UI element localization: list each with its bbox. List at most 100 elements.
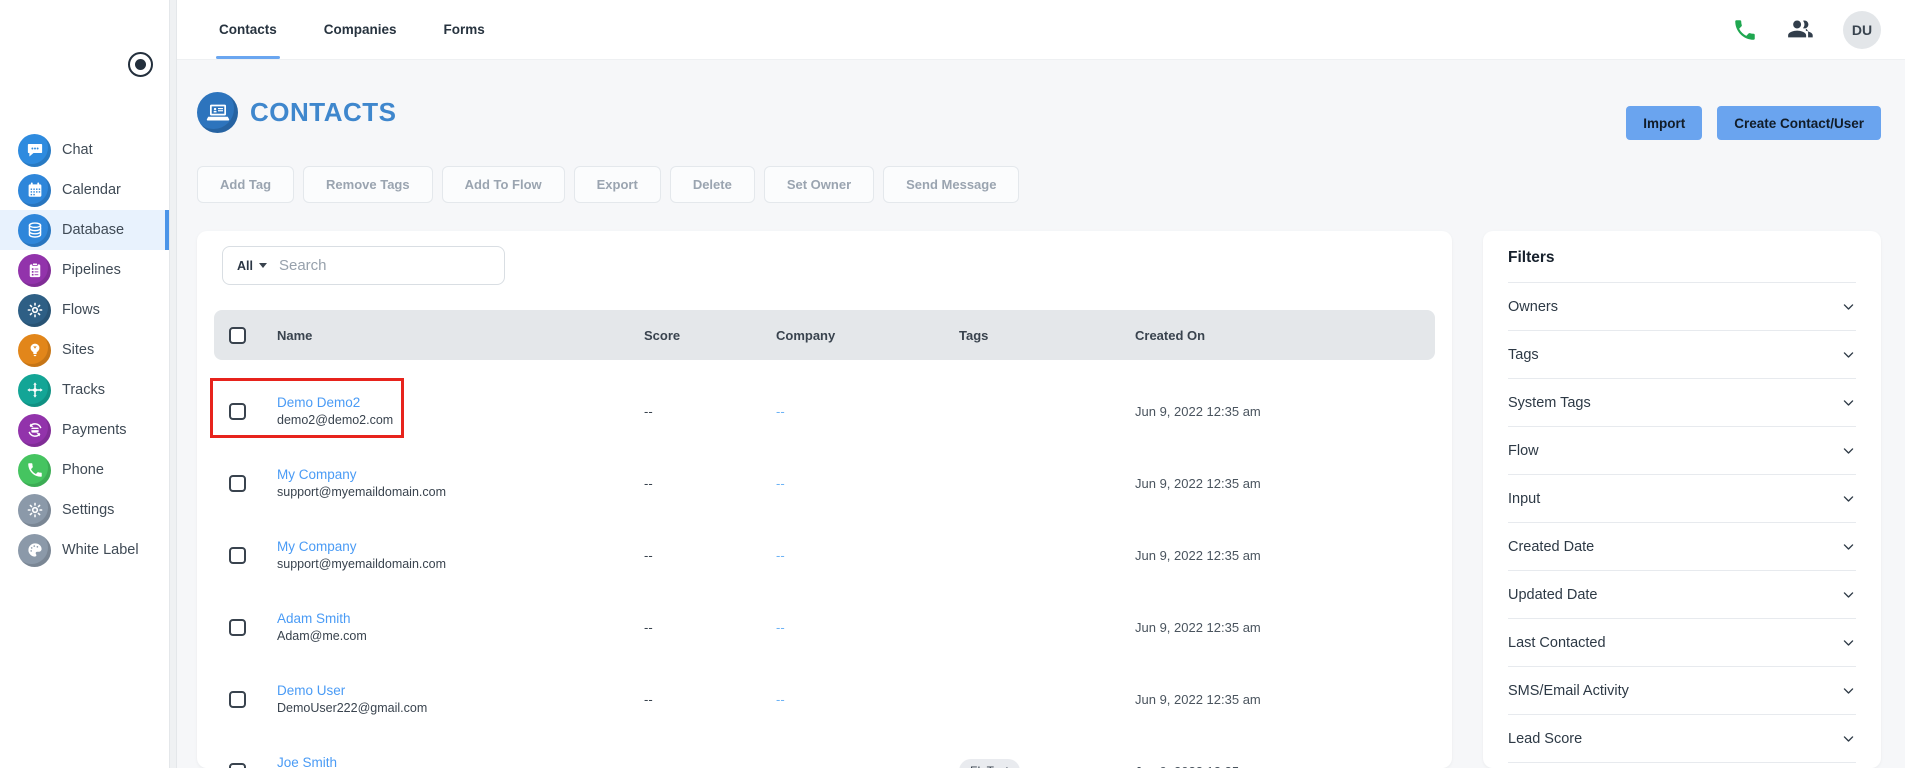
row-checkbox-cell <box>214 691 262 708</box>
contact-name-link[interactable]: Demo User <box>277 683 629 698</box>
column-header-name[interactable]: Name <box>262 328 629 343</box>
sidebar-item-tracks[interactable]: Tracks <box>0 370 169 410</box>
pipelines-icon <box>18 254 51 287</box>
sidebar-item-phone[interactable]: Phone <box>0 450 169 490</box>
name-cell: My Company support@myemaildomain.com <box>262 467 629 499</box>
sidebar-item-calendar[interactable]: Calendar <box>0 170 169 210</box>
sidebar-item-payments[interactable]: Payments <box>0 410 169 450</box>
tracks-icon <box>18 374 51 407</box>
contact-name-link[interactable]: Adam Smith <box>277 611 629 626</box>
search-scope-dropdown[interactable]: All <box>237 259 267 273</box>
flows-icon <box>18 294 51 327</box>
table-body: Demo Demo2 demo2@demo2.com -- -- Jun 9, … <box>214 375 1435 768</box>
company-cell[interactable]: -- <box>761 764 944 768</box>
filter-item-input[interactable]: Input <box>1508 475 1856 523</box>
phone-call-icon[interactable] <box>1732 17 1758 43</box>
sidebar-item-chat[interactable]: Chat <box>0 130 169 170</box>
row-checkbox[interactable] <box>229 403 246 420</box>
user-avatar[interactable]: DU <box>1843 11 1881 49</box>
created-on-cell: Jun 9, 2022 12:35 am <box>1120 404 1435 419</box>
database-icon <box>18 214 51 247</box>
score-cell: -- <box>629 620 761 635</box>
row-checkbox[interactable] <box>229 547 246 564</box>
remove-tags-button[interactable]: Remove Tags <box>303 166 433 203</box>
add-to-flow-button[interactable]: Add To Flow <box>442 166 565 203</box>
filter-item-tags[interactable]: Tags <box>1508 331 1856 379</box>
column-header-score[interactable]: Score <box>629 328 761 343</box>
sidebar-scrollbar-track[interactable] <box>169 0 177 768</box>
contact-name-link[interactable]: My Company <box>277 467 629 482</box>
page-content: CONTACTS Import Create Contact/User Add … <box>177 60 1905 768</box>
sidebar-collapse-toggle-icon[interactable] <box>128 52 153 77</box>
white-label-icon <box>18 534 51 567</box>
tab-forms[interactable]: Forms <box>444 0 485 59</box>
sidebar-item-label: Tracks <box>62 382 105 398</box>
send-message-button[interactable]: Send Message <box>883 166 1019 203</box>
table-row: Joe Smith Joe@Smith.com -- -- FL Test Ju… <box>214 735 1435 768</box>
sidebar-item-label: Settings <box>62 502 114 518</box>
sidebar-item-sites[interactable]: Sites <box>0 330 169 370</box>
company-cell[interactable]: -- <box>761 620 944 635</box>
filter-item-lead-score[interactable]: Lead Score <box>1508 715 1856 763</box>
company-cell[interactable]: -- <box>761 404 944 419</box>
tab-contacts[interactable]: Contacts <box>219 0 277 59</box>
sidebar-item-settings[interactable]: Settings <box>0 490 169 530</box>
sidebar-nav: Chat Calendar Database Pipelines Flows S… <box>0 130 169 570</box>
contact-name-link[interactable]: Demo Demo2 <box>277 395 629 410</box>
company-cell[interactable]: -- <box>761 548 944 563</box>
filters-title: Filters <box>1508 249 1856 283</box>
sidebar-item-flows[interactable]: Flows <box>0 290 169 330</box>
import-button[interactable]: Import <box>1626 106 1702 140</box>
sidebar-item-label: Pipelines <box>62 262 121 278</box>
users-icon[interactable] <box>1787 16 1814 43</box>
delete-button[interactable]: Delete <box>670 166 755 203</box>
contact-name-link[interactable]: Joe Smith <box>277 755 629 768</box>
filter-item-owners[interactable]: Owners <box>1508 283 1856 331</box>
create-contact-user-button[interactable]: Create Contact/User <box>1717 106 1881 140</box>
score-cell: -- <box>629 404 761 419</box>
sites-icon <box>18 334 51 367</box>
filters-panel: Filters Owners Tags System Tags Flow Inp… <box>1483 231 1881 768</box>
contact-name-link[interactable]: My Company <box>277 539 629 554</box>
tab-companies[interactable]: Companies <box>324 0 397 59</box>
filter-item-created-date[interactable]: Created Date <box>1508 523 1856 571</box>
column-header-created-on[interactable]: Created On <box>1120 328 1435 343</box>
sidebar-item-database[interactable]: Database <box>0 210 169 250</box>
table-row: Demo User DemoUser222@gmail.com -- -- Ju… <box>214 663 1435 735</box>
chevron-down-icon <box>259 263 267 268</box>
filter-item-flow[interactable]: Flow <box>1508 427 1856 475</box>
chevron-down-icon <box>1841 731 1856 746</box>
column-header-tags[interactable]: Tags <box>944 328 1120 343</box>
row-checkbox[interactable] <box>229 475 246 492</box>
filter-item-system-tags[interactable]: System Tags <box>1508 379 1856 427</box>
name-cell: Demo User DemoUser222@gmail.com <box>262 683 629 715</box>
company-cell[interactable]: -- <box>761 476 944 491</box>
header-checkbox-cell <box>214 327 262 344</box>
filter-item-sms-email-activity[interactable]: SMS/Email Activity <box>1508 667 1856 715</box>
created-on-cell: Jun 9, 2022 12:35 am <box>1120 620 1435 635</box>
filter-item-label: SMS/Email Activity <box>1508 683 1629 699</box>
select-all-checkbox[interactable] <box>229 327 246 344</box>
row-checkbox[interactable] <box>229 691 246 708</box>
add-tag-button[interactable]: Add Tag <box>197 166 294 203</box>
chevron-down-icon <box>1841 587 1856 602</box>
row-checkbox[interactable] <box>229 763 246 768</box>
table-header: NameScoreCompanyTagsCreated On <box>214 310 1435 360</box>
export-button[interactable]: Export <box>574 166 661 203</box>
column-header-company[interactable]: Company <box>761 328 944 343</box>
sidebar-item-white-label[interactable]: White Label <box>0 530 169 570</box>
contact-email: demo2@demo2.com <box>277 413 629 427</box>
filter-item-updated-date[interactable]: Updated Date <box>1508 571 1856 619</box>
payments-icon <box>18 414 51 447</box>
sidebar-item-pipelines[interactable]: Pipelines <box>0 250 169 290</box>
filter-item-label: System Tags <box>1508 395 1591 411</box>
sidebar-item-label: Chat <box>62 142 93 158</box>
row-checkbox[interactable] <box>229 619 246 636</box>
company-cell[interactable]: -- <box>761 692 944 707</box>
set-owner-button[interactable]: Set Owner <box>764 166 874 203</box>
filter-item-last-contacted[interactable]: Last Contacted <box>1508 619 1856 667</box>
search-input[interactable] <box>279 257 490 274</box>
phone-icon <box>18 454 51 487</box>
page-head: CONTACTS Import Create Contact/User <box>197 84 1881 140</box>
filter-list: Owners Tags System Tags Flow Input Creat… <box>1508 283 1856 763</box>
